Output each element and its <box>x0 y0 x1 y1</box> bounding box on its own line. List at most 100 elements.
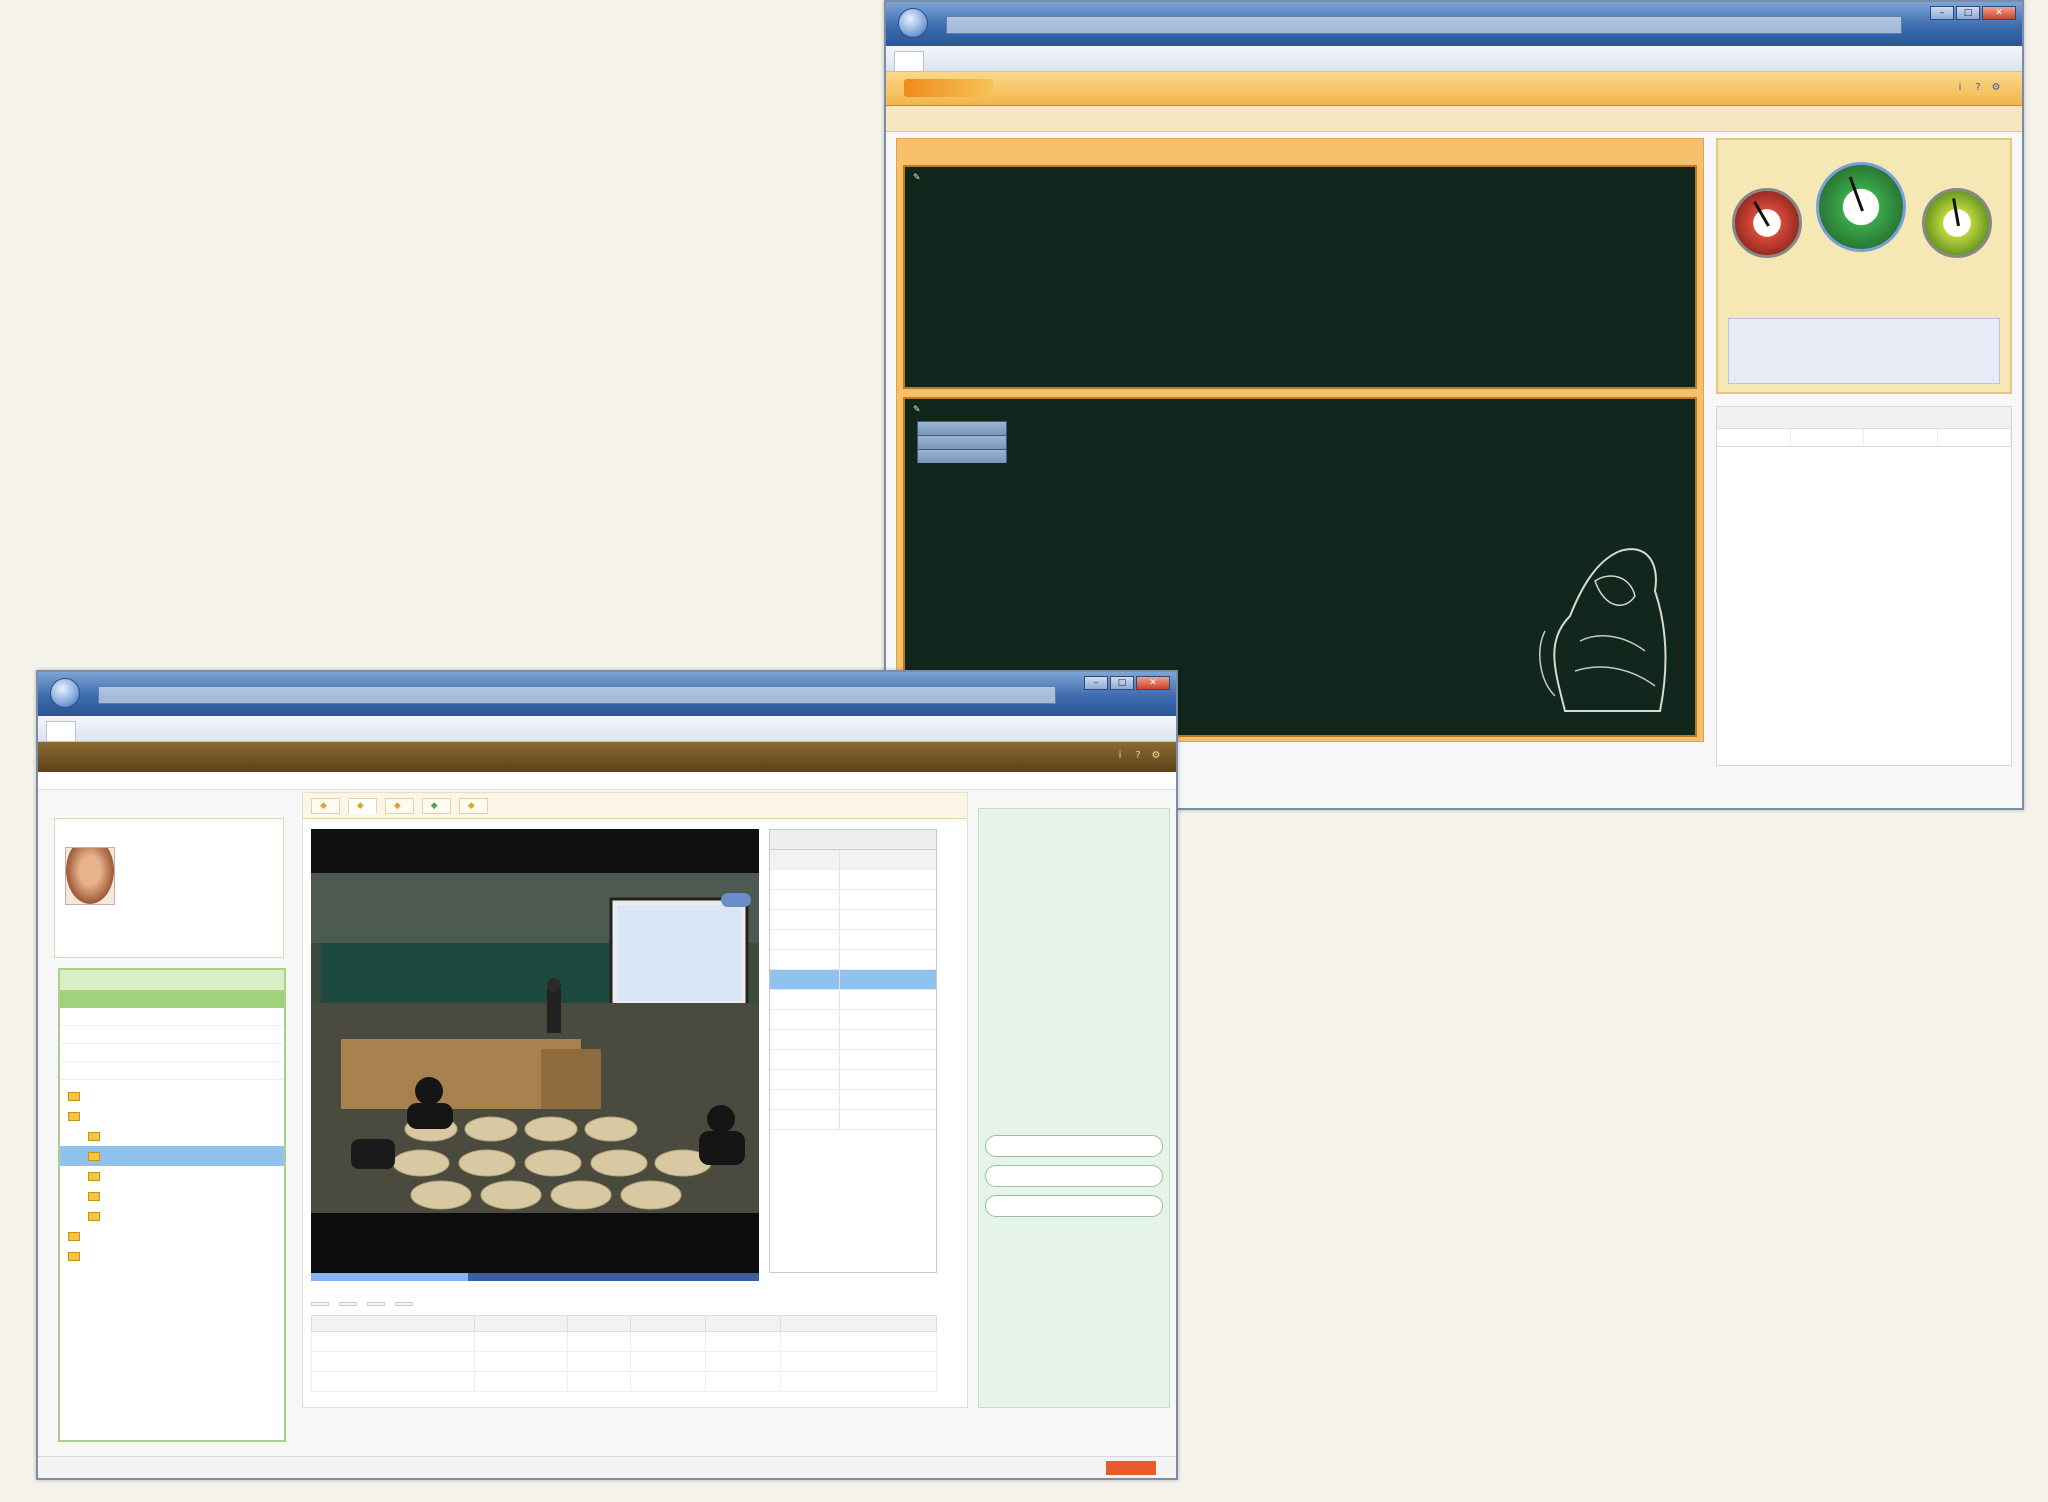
participant-row[interactable] <box>1717 447 2011 459</box>
table-row[interactable] <box>311 1351 938 1372</box>
pencil-icon[interactable]: ✎ <box>913 405 921 415</box>
board-item[interactable] <box>905 421 1695 435</box>
column-header[interactable] <box>704 1315 781 1332</box>
board-item[interactable] <box>905 435 1695 449</box>
column-header[interactable] <box>1717 429 1791 446</box>
address-bar[interactable] <box>946 16 1902 34</box>
slide-cell <box>840 990 844 1009</box>
gauge-green[interactable] <box>1816 162 1906 252</box>
slide-row[interactable] <box>770 890 936 910</box>
help-icon[interactable]: ? <box>1132 750 1144 762</box>
app-nav <box>38 772 1176 790</box>
slide-row-selected[interactable] <box>770 970 936 990</box>
tree-list-row[interactable] <box>60 1026 284 1044</box>
column-header[interactable] <box>1938 429 2011 446</box>
browser-tab-bar <box>38 716 1176 742</box>
resource-pill[interactable] <box>985 1135 1163 1157</box>
folder-icon <box>88 1171 100 1181</box>
title-bar: – □ ✕ <box>886 2 2022 46</box>
column-header[interactable] <box>1864 429 1938 446</box>
browser-tab[interactable] <box>46 721 76 741</box>
table-row[interactable] <box>311 1371 938 1392</box>
lecture-tab[interactable]: ◆ <box>384 797 414 814</box>
column-header[interactable] <box>779 1315 938 1332</box>
settings-icon[interactable]: ⚙ <box>1150 750 1162 762</box>
column-header[interactable] <box>770 850 840 869</box>
tree-node[interactable] <box>60 1226 284 1246</box>
column-header[interactable] <box>567 1315 631 1332</box>
column-header[interactable] <box>1791 429 1864 446</box>
tree-list-row[interactable] <box>60 1062 284 1080</box>
maximize-button[interactable]: □ <box>1110 676 1134 690</box>
slide-row[interactable] <box>770 1090 936 1110</box>
address-bar[interactable] <box>98 686 1056 704</box>
pencil-icon[interactable]: ✎ <box>913 173 921 183</box>
tree-node[interactable] <box>60 1186 284 1206</box>
column-header[interactable] <box>311 1315 475 1332</box>
column-header[interactable] <box>629 1315 706 1332</box>
tree-list-row[interactable] <box>60 1008 284 1026</box>
slide-row[interactable] <box>770 1010 936 1030</box>
table-button[interactable] <box>395 1302 413 1306</box>
slide-cell <box>770 950 840 969</box>
lecture-tab[interactable]: ◆ <box>421 797 451 814</box>
window-controls: – □ ✕ <box>1084 676 1170 690</box>
tree-node[interactable] <box>60 1246 284 1266</box>
settings-icon[interactable]: ⚙ <box>1990 82 2002 94</box>
folder-icon <box>68 1111 80 1121</box>
slide-row[interactable] <box>770 870 936 890</box>
tree-node[interactable] <box>60 1206 284 1226</box>
profile-email-link[interactable] <box>129 871 279 885</box>
gauge-yellow-green[interactable] <box>1922 188 1992 258</box>
info-icon[interactable]: i <box>1114 750 1126 762</box>
back-button[interactable] <box>50 678 80 708</box>
header-icons: i ? ⚙ <box>1114 750 1162 762</box>
tree-list-row[interactable] <box>60 1044 284 1062</box>
close-button[interactable]: ✕ <box>1982 6 2016 20</box>
column-header[interactable] <box>840 850 844 869</box>
slide-row[interactable] <box>770 910 936 930</box>
slide-row[interactable] <box>770 1110 936 1130</box>
slide-row[interactable] <box>770 930 936 950</box>
minimize-button[interactable]: – <box>1084 676 1108 690</box>
tree-node[interactable] <box>60 1126 284 1146</box>
delete-button[interactable] <box>339 1302 357 1306</box>
slide-row[interactable] <box>770 990 936 1010</box>
table-button[interactable] <box>311 1302 329 1306</box>
resource-pill[interactable] <box>985 1165 1163 1187</box>
resource-pill[interactable] <box>985 1195 1163 1217</box>
lecture-tab[interactable]: ◆ <box>311 797 340 814</box>
lecture-tab[interactable]: ◆ <box>458 797 488 814</box>
board-bottom-header: ✎ <box>905 399 1695 421</box>
lecture-video[interactable] <box>311 829 759 1273</box>
tree-node-selected[interactable] <box>60 1146 284 1166</box>
slide-cell <box>770 1070 840 1089</box>
column-header[interactable] <box>473 1315 569 1332</box>
lecture-tab-active[interactable]: ◆ <box>347 797 377 814</box>
minimize-button[interactable]: – <box>1930 6 1954 20</box>
slide-row[interactable] <box>770 1050 936 1070</box>
table-row[interactable] <box>311 1331 938 1352</box>
app-header: i ? ⚙ <box>38 742 1176 772</box>
help-icon[interactable]: ? <box>1972 82 1984 94</box>
folder-icon <box>88 1151 100 1161</box>
tree-node[interactable] <box>60 1166 284 1186</box>
feedback-notes <box>1728 318 2000 384</box>
description-paragraph <box>985 1035 1163 1115</box>
video-progress-bar[interactable] <box>311 1273 759 1281</box>
slide-row[interactable] <box>770 1030 936 1050</box>
slide-row[interactable] <box>770 950 936 970</box>
slide-row[interactable] <box>770 1070 936 1090</box>
gauge-red[interactable] <box>1732 188 1802 258</box>
tree-node[interactable] <box>60 1086 284 1106</box>
board-item[interactable] <box>905 449 1695 463</box>
maximize-button[interactable]: □ <box>1956 6 1980 20</box>
tree-node[interactable] <box>60 1106 284 1126</box>
video-progress-fill <box>311 1273 468 1281</box>
table-button[interactable] <box>367 1302 385 1306</box>
back-button[interactable] <box>898 8 928 38</box>
browser-tab[interactable] <box>894 51 924 71</box>
info-icon[interactable]: i <box>1954 82 1966 94</box>
comments-table <box>311 1293 938 1401</box>
close-button[interactable]: ✕ <box>1136 676 1170 690</box>
